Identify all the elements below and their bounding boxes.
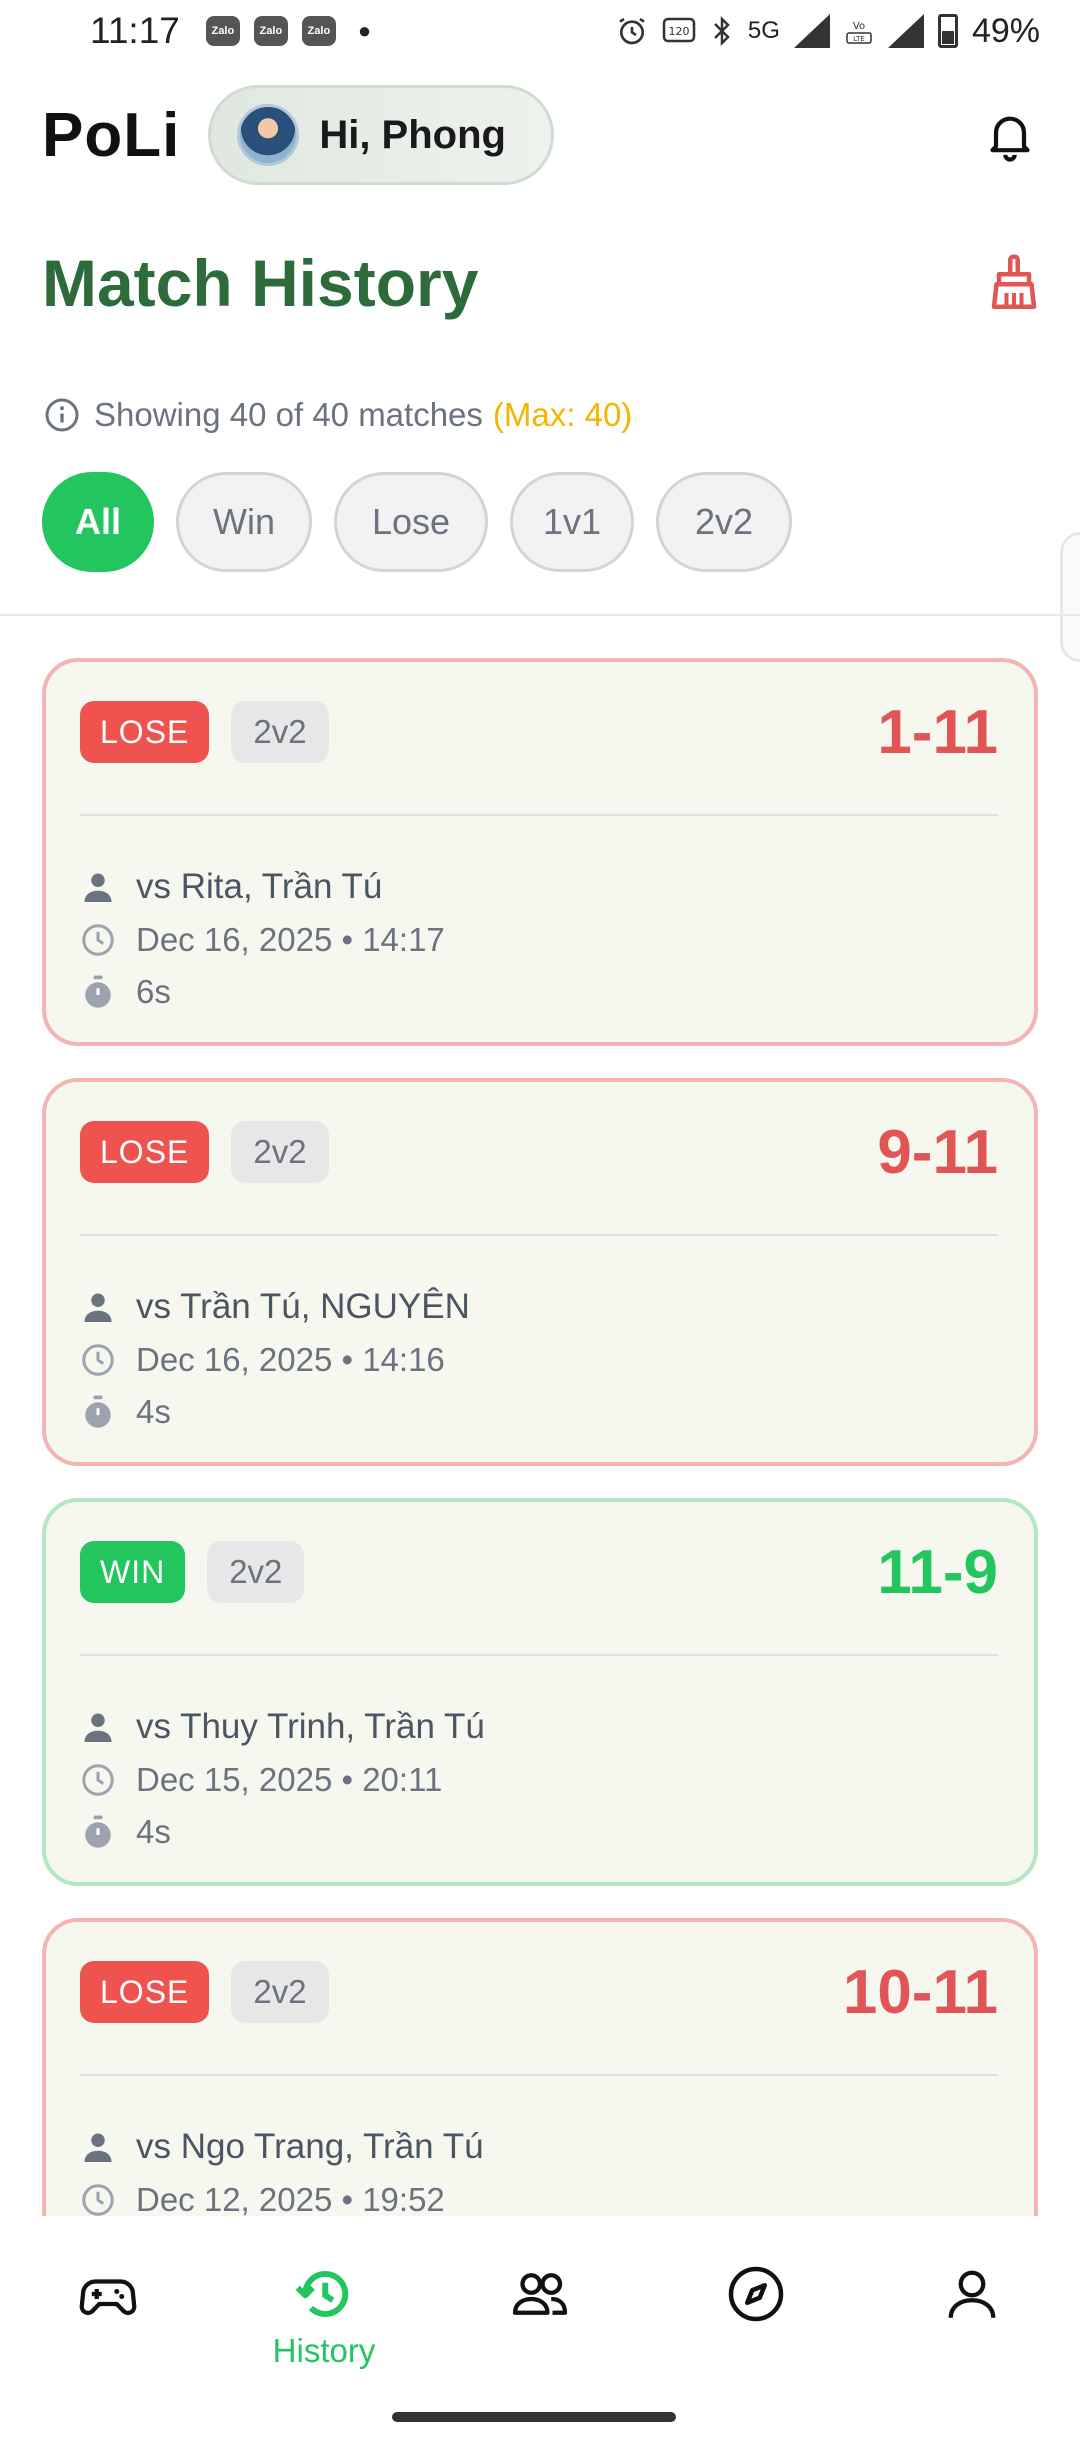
mode-badge: 2v2 — [231, 701, 329, 763]
profile-icon — [948, 2270, 996, 2318]
zalo-notification-icon: Zalo — [253, 16, 288, 46]
avatar — [237, 104, 300, 166]
filter-chips: All Win Lose 1v1 2v2 — [42, 472, 792, 572]
edge-panel-handle[interactable] — [1060, 532, 1080, 662]
person-icon — [84, 873, 112, 902]
filter-1v1-chip[interactable]: 1v1 — [510, 472, 634, 572]
result-badge: LOSE — [80, 1121, 210, 1183]
notification-bell-icon[interactable] — [982, 107, 1038, 163]
battery-icon — [937, 14, 958, 48]
filter-2v2-chip[interactable]: 2v2 — [656, 472, 792, 572]
filter-all-chip[interactable]: All — [42, 472, 154, 572]
status-right: 120 5G Vo LTE 49% — [616, 12, 1040, 51]
card-divider — [80, 814, 998, 816]
app-header: PoLi Hi, Phong — [42, 80, 1038, 190]
svg-text:Vo: Vo — [853, 21, 865, 32]
match-duration: 6s — [136, 973, 171, 1010]
greeting-text: Hi, Phong — [319, 112, 506, 157]
filter-lose-chip[interactable]: Lose — [334, 472, 488, 572]
timer-icon — [85, 975, 111, 1008]
match-score: 10-11 — [842, 1957, 998, 2027]
home-indicator[interactable] — [392, 2412, 676, 2422]
card-divider — [80, 1654, 998, 1656]
person-icon — [84, 1293, 112, 1322]
match-datetime: Dec 16, 2025 • 14:16 — [136, 1341, 445, 1378]
filter-win-chip[interactable]: Win — [176, 472, 312, 572]
mode-badge: 2v2 — [207, 1541, 305, 1603]
clock-icon — [82, 924, 114, 956]
signal-icon — [793, 14, 830, 48]
clear-history-broom-icon[interactable] — [984, 252, 1044, 314]
match-score: 1-11 — [877, 697, 998, 767]
volte-icon: Vo LTE — [846, 21, 872, 44]
more-notifications-dot: ● — [357, 18, 372, 43]
page-title: Match History — [42, 246, 479, 320]
match-card[interactable]: LOSE 2v2 1-11 vs Rita, Trần Tú Dec 16, 2… — [42, 658, 1038, 1046]
nav-explore[interactable] — [686, 2264, 826, 2324]
bottom-nav: History — [0, 2216, 1080, 2448]
match-card[interactable]: WIN 2v2 11-9 vs Thuy Trinh, Trần Tú Dec … — [42, 1498, 1038, 1886]
person-icon — [84, 1713, 112, 1742]
info-text: Showing 40 of 40 matches — [94, 396, 483, 433]
card-divider — [80, 2074, 998, 2076]
zalo-notification-icon: Zalo — [205, 16, 240, 46]
network-type: 5G — [747, 17, 780, 44]
compass-icon — [728, 2266, 784, 2322]
signal-icon — [887, 14, 924, 48]
nav-history-label: History — [272, 2332, 376, 2369]
match-score: 11-9 — [877, 1537, 998, 1607]
nav-friends[interactable] — [470, 2264, 610, 2324]
status-bar: 11:17 Zalo Zalo Zalo ● 120 5G Vo LTE 49% — [0, 0, 1080, 62]
opponents: vs Rita, Trần Tú — [136, 867, 383, 906]
mode-badge: 2v2 — [231, 1121, 329, 1183]
divider — [0, 614, 1080, 616]
match-datetime: Dec 15, 2025 • 20:11 — [136, 1761, 443, 1798]
zalo-notification-icon: Zalo — [301, 16, 336, 46]
match-score: 9-11 — [877, 1117, 998, 1187]
match-count-info: Showing 40 of 40 matches (Max: 40) — [44, 396, 632, 434]
svg-text:LTE: LTE — [853, 35, 865, 43]
person-icon — [84, 2133, 112, 2162]
history-icon — [295, 2271, 349, 2317]
result-badge: WIN — [80, 1541, 186, 1603]
alarm-icon — [619, 17, 645, 45]
nav-history[interactable]: History — [254, 2264, 394, 2370]
match-duration: 4s — [136, 1393, 171, 1430]
match-list[interactable]: LOSE 2v2 1-11 vs Rita, Trần Tú Dec 16, 2… — [42, 658, 1038, 2216]
match-card[interactable]: LOSE 2v2 9-11 vs Trần Tú, NGUYÊN Dec 16,… — [42, 1078, 1038, 1466]
match-card[interactable]: LOSE 2v2 10-11 vs Ngo Trang, Trần Tú Dec… — [42, 1918, 1038, 2216]
friends-icon — [512, 2273, 568, 2315]
clock-icon — [82, 1764, 114, 1796]
status-left: 11:17 Zalo Zalo Zalo ● — [90, 10, 371, 52]
mode-badge: 2v2 — [231, 1961, 329, 2023]
battery-percent: 49% — [971, 11, 1040, 50]
bluetooth-icon — [714, 15, 730, 47]
max-text: (Max: 40) — [492, 396, 633, 433]
card-divider — [80, 1234, 998, 1236]
nav-play[interactable] — [38, 2264, 178, 2324]
result-badge: LOSE — [80, 1961, 210, 2023]
nav-profile[interactable] — [902, 2264, 1042, 2324]
opponents: vs Trần Tú, NGUYÊN — [136, 1287, 470, 1326]
clock-icon — [82, 1344, 114, 1376]
clock-icon — [82, 2184, 114, 2216]
opponents: vs Thuy Trinh, Trần Tú — [136, 1707, 485, 1746]
opponents: vs Ngo Trang, Trần Tú — [136, 2127, 484, 2166]
result-badge: LOSE — [80, 701, 210, 763]
app-logo: PoLi — [42, 100, 181, 170]
gamepad-icon — [79, 2279, 137, 2316]
match-duration: 4s — [136, 1813, 171, 1850]
timer-icon — [85, 1395, 111, 1428]
match-datetime: Dec 16, 2025 • 14:17 — [136, 921, 445, 958]
status-time: 11:17 — [90, 10, 180, 51]
svg-text:120: 120 — [668, 25, 689, 38]
profile-greeting-chip[interactable]: Hi, Phong — [208, 85, 555, 185]
timer-icon — [85, 1815, 111, 1848]
120hz-icon: 120 — [662, 17, 696, 43]
info-icon — [45, 398, 79, 432]
match-datetime: Dec 12, 2025 • 19:52 — [136, 2181, 445, 2216]
